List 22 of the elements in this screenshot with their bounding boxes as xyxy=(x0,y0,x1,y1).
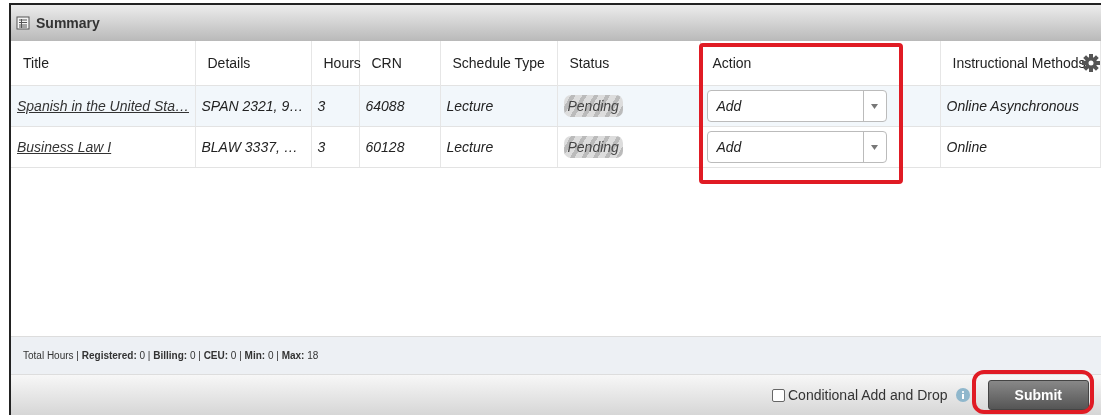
conditional-checkbox[interactable]: Conditional Add and Drop xyxy=(772,387,948,403)
table-cell: Lecture xyxy=(440,85,557,127)
table-cell: 3 xyxy=(311,126,359,168)
table-cell: 64088 xyxy=(359,85,440,127)
action-dropdown[interactable]: Add xyxy=(706,131,887,163)
panel-title: Summary xyxy=(36,15,100,31)
caret-icon xyxy=(871,144,878,150)
caret-icon xyxy=(871,103,878,109)
total-hours-text: Total Hours | Registered: 0 | Billing: 0 | CEU: 0 | Min: 0 | Max: 18 xyxy=(23,350,319,361)
status-badge: Pending xyxy=(563,95,623,117)
table-cell: 60128 xyxy=(359,126,440,168)
action-dropdown[interactable]: Add xyxy=(706,90,887,122)
table-cell: 3 xyxy=(311,85,359,127)
table-cell: SPAN 2321, 9… xyxy=(195,85,311,127)
status-badge: Pending xyxy=(563,136,623,158)
table-cell: Online Asynchronous xyxy=(940,85,1101,127)
table-cell: Online xyxy=(940,126,1101,168)
course-title-link[interactable]: Business Law I xyxy=(17,139,112,155)
table-cell: BLAW 3337, … xyxy=(195,126,311,168)
submit-button[interactable]: Submit xyxy=(987,380,1089,410)
table-icon xyxy=(16,16,30,30)
table-cell: Lecture xyxy=(440,126,557,168)
